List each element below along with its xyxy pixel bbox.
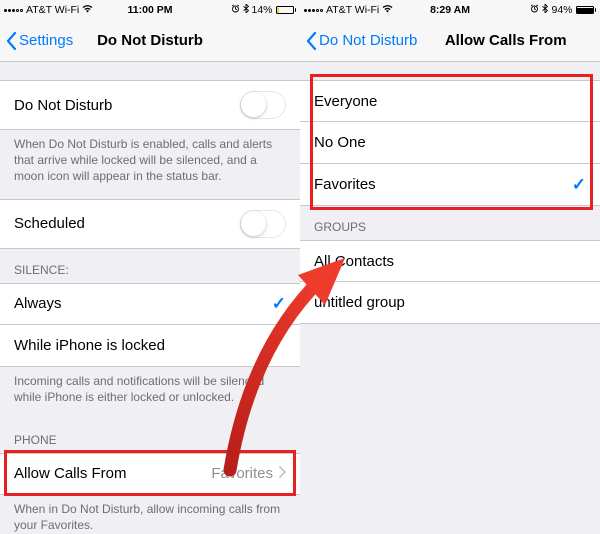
phone-screen-dnd: AT&T Wi-Fi 11:00 PM 14% Settings Do Not … (0, 0, 300, 534)
scheduled-label: Scheduled (14, 215, 240, 232)
silence-locked-label: While iPhone is locked (14, 337, 286, 354)
scheduled-toggle-row[interactable]: Scheduled (0, 199, 300, 249)
back-button[interactable]: Do Not Disturb (306, 32, 417, 50)
silence-always-row[interactable]: Always ✓ (0, 283, 300, 325)
dnd-label: Do Not Disturb (14, 97, 240, 114)
nav-title: Allow Calls From (417, 32, 594, 49)
chevron-left-icon (6, 32, 17, 50)
option-everyone-row[interactable]: Everyone (300, 80, 600, 122)
battery-icon (276, 6, 297, 14)
phone-screen-allow-calls: AT&T Wi-Fi 8:29 AM 94% Do Not Disturb Al… (300, 0, 600, 534)
checkmark-icon: ✓ (572, 175, 586, 195)
status-bar: AT&T Wi-Fi 8:29 AM 94% (300, 0, 600, 20)
content: Do Not Disturb When Do Not Disturb is en… (0, 62, 300, 534)
alarm-icon (530, 4, 539, 16)
allow-calls-from-row[interactable]: Allow Calls From Favorites (0, 453, 300, 495)
back-button[interactable]: Settings (6, 32, 73, 50)
groups-header: GROUPS (300, 206, 600, 240)
dnd-toggle-row[interactable]: Do Not Disturb (0, 80, 300, 130)
option-noone-label: No One (314, 134, 586, 151)
chevron-right-icon (279, 465, 286, 482)
status-bar: AT&T Wi-Fi 11:00 PM 14% (0, 0, 300, 20)
phone-header: PHONE (0, 419, 300, 453)
toggle-switch[interactable] (240, 91, 286, 119)
option-noone-row[interactable]: No One (300, 122, 600, 164)
silence-footer: Incoming calls and notifications will be… (0, 367, 300, 419)
allow-calls-footer: When in Do Not Disturb, allow incoming c… (0, 495, 300, 534)
chevron-left-icon (306, 32, 317, 50)
signal-dots-icon (4, 9, 23, 12)
battery-pct: 94% (551, 4, 572, 16)
group-all-contacts-label: All Contacts (314, 253, 586, 270)
bluetooth-icon (243, 4, 249, 16)
carrier-label: AT&T Wi-Fi (326, 4, 379, 16)
wifi-icon (82, 4, 93, 16)
back-label: Do Not Disturb (319, 32, 417, 49)
nav-bar: Settings Do Not Disturb (0, 20, 300, 62)
status-time: 8:29 AM (430, 4, 470, 16)
wifi-icon (382, 4, 393, 16)
nav-bar: Do Not Disturb Allow Calls From (300, 20, 600, 62)
checkmark-icon: ✓ (272, 294, 286, 314)
alarm-icon (231, 4, 240, 16)
option-favorites-row[interactable]: Favorites ✓ (300, 164, 600, 206)
status-time: 11:00 PM (128, 4, 173, 16)
signal-dots-icon (304, 9, 323, 12)
allow-calls-value: Favorites (211, 465, 273, 482)
group-all-contacts-row[interactable]: All Contacts (300, 240, 600, 282)
group-untitled-label: untitled group (314, 294, 586, 311)
allow-calls-label: Allow Calls From (14, 465, 211, 482)
dnd-footer: When Do Not Disturb is enabled, calls an… (0, 130, 300, 199)
group-untitled-row[interactable]: untitled group (300, 282, 600, 324)
back-label: Settings (19, 32, 73, 49)
bluetooth-icon (542, 4, 548, 16)
option-favorites-label: Favorites (314, 176, 572, 193)
toggle-switch[interactable] (240, 210, 286, 238)
silence-header: SILENCE: (0, 249, 300, 283)
silence-locked-row[interactable]: While iPhone is locked (0, 325, 300, 367)
silence-always-label: Always (14, 295, 272, 312)
carrier-label: AT&T Wi-Fi (26, 4, 79, 16)
battery-icon (576, 6, 597, 14)
content: Everyone No One Favorites ✓ GROUPS All C… (300, 62, 600, 534)
option-everyone-label: Everyone (314, 93, 586, 110)
battery-pct: 14% (252, 4, 273, 16)
